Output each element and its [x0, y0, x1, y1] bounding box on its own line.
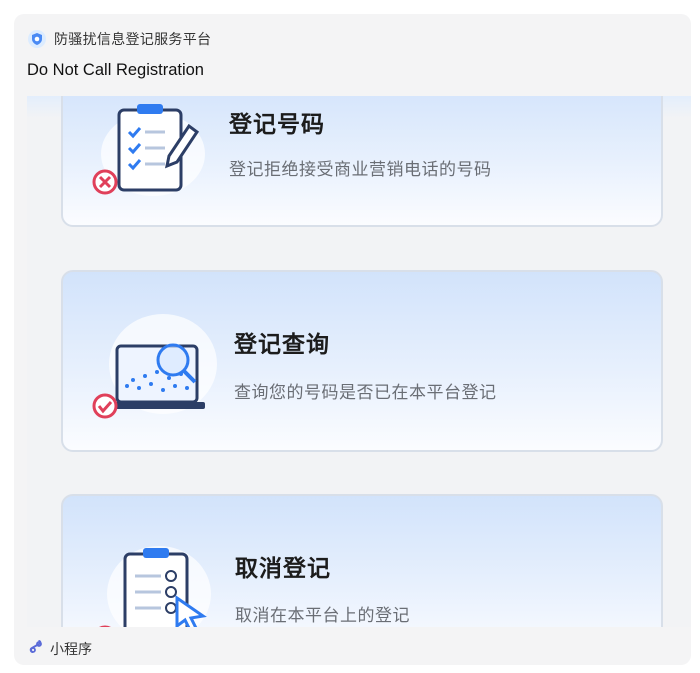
source-header: 防骚扰信息登记服务平台 [28, 28, 211, 50]
service-title: 取消登记 [235, 556, 331, 582]
mini-program-card[interactable]: 防骚扰信息登记服务平台 Do Not Call Registration 登记号… [14, 14, 691, 665]
clipboard-pen-icon [92, 104, 205, 196]
source-name: 防骚扰信息登记服务平台 [54, 32, 212, 48]
footer: 小程序 [28, 640, 92, 658]
clipboard-cursor-icon [99, 546, 211, 627]
service-query-registration[interactable]: 登记查询 查询您的号码是否已在本平台登记 [61, 270, 663, 452]
service-title: 登记查询 [234, 332, 330, 358]
service-description: 登记拒绝接受商业营销电话的号码 [229, 160, 492, 180]
shield-icon [28, 30, 46, 48]
monitor-search-icon [92, 314, 217, 419]
preview-image: 登记号码 登记拒绝接受商业营销电话的号码 登记查询 查询您的号码是否已在本平台登… [27, 96, 691, 627]
service-description: 查询您的号码是否已在本平台登记 [234, 383, 497, 403]
card-title: Do Not Call Registration [27, 61, 204, 79]
service-cancel-registration[interactable]: 取消登记 取消在本平台上的登记 [61, 494, 663, 627]
service-description: 取消在本平台上的登记 [235, 606, 410, 626]
footer-label: 小程序 [50, 642, 92, 658]
mini-program-icon [28, 639, 44, 659]
service-title: 登记号码 [229, 112, 325, 138]
service-register-number[interactable]: 登记号码 登记拒绝接受商业营销电话的号码 [61, 96, 663, 227]
